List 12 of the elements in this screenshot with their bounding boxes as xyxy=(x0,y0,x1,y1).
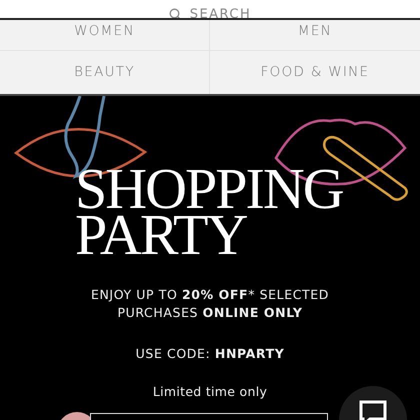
category-link[interactable]: BEAUTY xyxy=(0,50,210,94)
category-link[interactable]: FOOD & WINE xyxy=(210,50,420,94)
category-link[interactable]: WOMEN xyxy=(0,20,210,50)
offer-text: ENJOY UP TO 20% OFF* SELECTED PURCHASES ONLINE ONLY xyxy=(90,286,330,322)
hero-title: SHOPPING xyxy=(75,166,343,212)
promo-code-text: USE CODE: HNPARTY xyxy=(134,345,286,363)
search-button[interactable]: SEARCH xyxy=(168,8,252,18)
chat-icon xyxy=(358,398,388,420)
category-link[interactable]: MEN xyxy=(210,20,420,50)
search-icon xyxy=(168,8,182,18)
hero-title: PARTY xyxy=(75,212,246,258)
note-text: Limited time only xyxy=(152,382,268,401)
